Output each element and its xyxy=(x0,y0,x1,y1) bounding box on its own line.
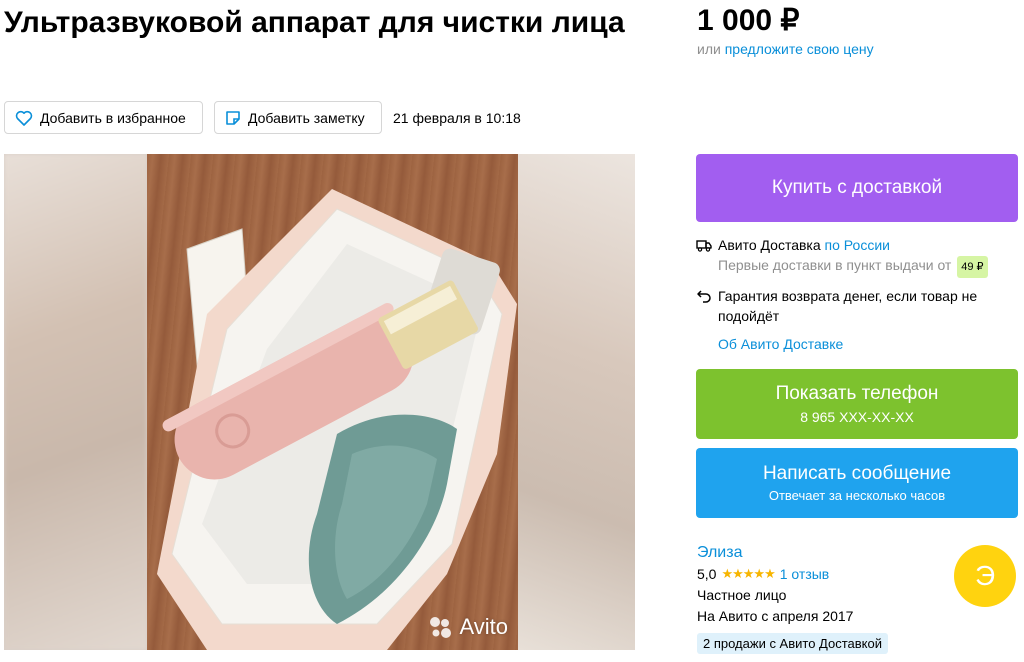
response-time: Отвечает за несколько часов xyxy=(768,488,946,503)
first-delivery-price-badge: 49 ₽ xyxy=(957,256,988,278)
add-note-button[interactable]: Добавить заметку xyxy=(214,101,382,134)
first-delivery-text: Первые доставки в пункт выдачи от xyxy=(718,257,952,273)
heart-icon xyxy=(15,110,33,126)
rating-value: 5,0 xyxy=(697,566,717,582)
publish-date: 21 февраля в 10:18 xyxy=(393,110,521,126)
reviews-link[interactable]: 1 отзыв xyxy=(780,566,830,582)
masked-phone-number: 8 965 XXX-XX-XX xyxy=(800,409,914,425)
about-delivery-link[interactable]: Об Авито Доставке xyxy=(718,334,843,354)
show-phone-label: Показать телефон xyxy=(775,383,939,404)
favorites-label: Добавить в избранное xyxy=(40,109,186,126)
note-label: Добавить заметку xyxy=(248,109,365,126)
avito-watermark: Avito xyxy=(427,614,508,640)
photo-gallery[interactable]: Avito xyxy=(4,154,635,650)
price: 1 000 ₽ xyxy=(697,4,800,37)
listing-title: Ультразвуковой аппарат для чистки лица xyxy=(4,6,625,39)
seller-avatar[interactable]: Э xyxy=(954,545,1016,607)
write-message-button[interactable]: Написать сообщение Отвечает за несколько… xyxy=(696,448,1018,518)
seller-type: Частное лицо xyxy=(697,587,787,603)
product-photo[interactable]: Avito xyxy=(147,154,518,650)
note-icon xyxy=(226,110,240,125)
delivery-scope-link[interactable]: по России xyxy=(825,237,890,253)
seller-rating: 5,0 ★★★★★ 1 отзыв xyxy=(697,566,829,582)
add-to-favorites-button[interactable]: Добавить в избранное xyxy=(4,101,203,134)
buy-with-delivery-button[interactable]: Купить с доставкой xyxy=(696,154,1018,222)
price-offer-prefix: или xyxy=(697,41,721,57)
gallery-blur-left xyxy=(4,154,147,650)
rating-stars-icon: ★★★★★ xyxy=(721,566,775,581)
seller-since: На Авито с апреля 2017 xyxy=(697,608,854,624)
make-offer-link[interactable]: предложите свою цену xyxy=(725,41,874,57)
return-arrow-icon xyxy=(697,290,711,303)
product-illustration xyxy=(157,189,517,650)
guarantee-text: Гарантия возврата денег, если товар не п… xyxy=(718,288,978,324)
show-phone-button[interactable]: Показать телефон 8 965 XXX-XX-XX xyxy=(696,369,1018,439)
watermark-text: Avito xyxy=(459,614,508,639)
truck-icon xyxy=(696,240,712,252)
seller-name-link[interactable]: Элиза xyxy=(697,544,742,562)
money-back-guarantee: Гарантия возврата денег, если товар не п… xyxy=(696,286,996,326)
delivery-service: Авито Доставка xyxy=(718,237,821,253)
avito-logo-icon xyxy=(430,617,452,638)
write-message-label: Написать сообщение xyxy=(762,463,952,484)
sales-badge: 2 продажи с Авито Доставкой xyxy=(697,633,888,654)
gallery-blur-right xyxy=(518,154,635,650)
price-offer-line: или предложите свою цену xyxy=(697,41,874,57)
about-delivery-row: Об Авито Доставке xyxy=(696,334,843,354)
delivery-info: Авито Доставка по России Первые доставки… xyxy=(696,235,1018,278)
